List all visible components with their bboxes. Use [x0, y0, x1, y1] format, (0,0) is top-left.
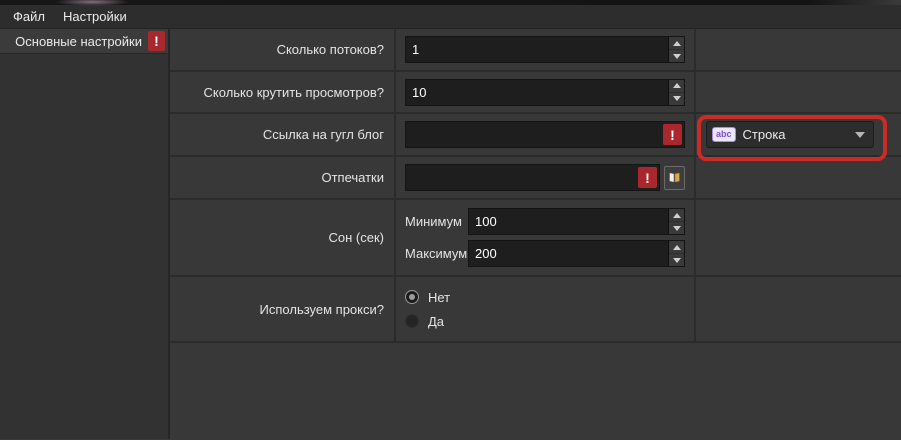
open-book-icon	[668, 171, 681, 184]
sleep-min-spinbox[interactable]	[468, 208, 685, 235]
proxy-no-label: Нет	[428, 290, 450, 305]
window-titlebar-edge	[0, 0, 901, 5]
blog-link-field: !	[405, 121, 685, 148]
settings-panel: Сколько потоков? Сколько крутить просмот…	[170, 29, 901, 439]
menu-file[interactable]: Файл	[4, 6, 54, 27]
arrow-up-icon	[673, 41, 681, 46]
sleep-min-spin-down-button[interactable]	[669, 222, 684, 234]
sidebar: Основные настройки !	[0, 29, 170, 439]
sleep-max-input[interactable]	[469, 241, 668, 266]
sleep-max-spin-up-button[interactable]	[669, 241, 684, 254]
chevron-down-icon	[855, 132, 865, 138]
threads-spin-up-button[interactable]	[669, 37, 684, 50]
blog-link-type-dropdown[interactable]: abc Строка	[706, 121, 874, 148]
error-exclamation-icon: !	[148, 31, 165, 51]
threads-label: Сколько потоков?	[170, 29, 396, 70]
radio-selected-icon[interactable]	[405, 290, 419, 304]
arrow-up-icon	[673, 213, 681, 218]
radio-unselected-icon[interactable]	[405, 314, 419, 328]
row-sleep: Сон (сек) Минимум Максимум	[170, 200, 901, 277]
arrow-down-icon	[673, 54, 681, 59]
sleep-min-spin-up-button[interactable]	[669, 209, 684, 222]
proxy-option-yes[interactable]: Да	[405, 314, 444, 329]
views-spin-down-button[interactable]	[669, 93, 684, 105]
sleep-max-spinbox[interactable]	[468, 240, 685, 267]
menu-bar: Файл Настройки	[0, 5, 901, 29]
string-type-abc-icon: abc	[712, 127, 736, 142]
proxy-yes-label: Да	[428, 314, 444, 329]
row-blog-link: Ссылка на гугл блог ! abc Строка	[170, 114, 901, 157]
sleep-max-spin-down-button[interactable]	[669, 254, 684, 266]
arrow-up-icon	[673, 83, 681, 88]
blog-link-type-value: Строка	[743, 127, 848, 142]
fingerprints-field: !	[405, 164, 660, 191]
blog-link-input[interactable]	[406, 127, 660, 142]
proxy-label: Используем прокси?	[170, 277, 396, 341]
fingerprints-browse-button[interactable]	[664, 166, 685, 190]
arrow-down-icon	[673, 226, 681, 231]
fingerprints-input[interactable]	[406, 170, 635, 185]
menu-settings[interactable]: Настройки	[54, 6, 136, 27]
views-label: Сколько крутить просмотров?	[170, 72, 396, 112]
views-spin-up-button[interactable]	[669, 80, 684, 93]
threads-spinbox[interactable]	[405, 36, 685, 63]
blog-link-label: Ссылка на гугл блог	[170, 114, 396, 155]
proxy-option-no[interactable]: Нет	[405, 290, 450, 305]
sleep-min-input[interactable]	[469, 209, 668, 234]
arrow-down-icon	[673, 258, 681, 263]
sidebar-tab-main-settings[interactable]: Основные настройки !	[0, 29, 168, 54]
row-proxy: Используем прокси? Нет Да	[170, 277, 901, 343]
sidebar-tab-label: Основные настройки	[15, 34, 142, 49]
sleep-label: Сон (сек)	[170, 200, 396, 275]
threads-spin-down-button[interactable]	[669, 50, 684, 62]
sleep-max-label: Максимум	[405, 246, 468, 261]
views-spinbox[interactable]	[405, 79, 685, 106]
views-input[interactable]	[406, 80, 668, 105]
sleep-min-label: Минимум	[405, 214, 468, 229]
row-threads: Сколько потоков?	[170, 29, 901, 72]
row-views: Сколько крутить просмотров?	[170, 72, 901, 114]
titlebar-glow	[55, 0, 130, 6]
error-exclamation-icon: !	[638, 167, 657, 188]
fingerprints-label: Отпечатки	[170, 157, 396, 198]
arrow-down-icon	[673, 96, 681, 101]
row-fingerprints: Отпечатки !	[170, 157, 901, 200]
error-exclamation-icon: !	[663, 124, 682, 145]
threads-input[interactable]	[406, 37, 668, 62]
arrow-up-icon	[673, 245, 681, 250]
